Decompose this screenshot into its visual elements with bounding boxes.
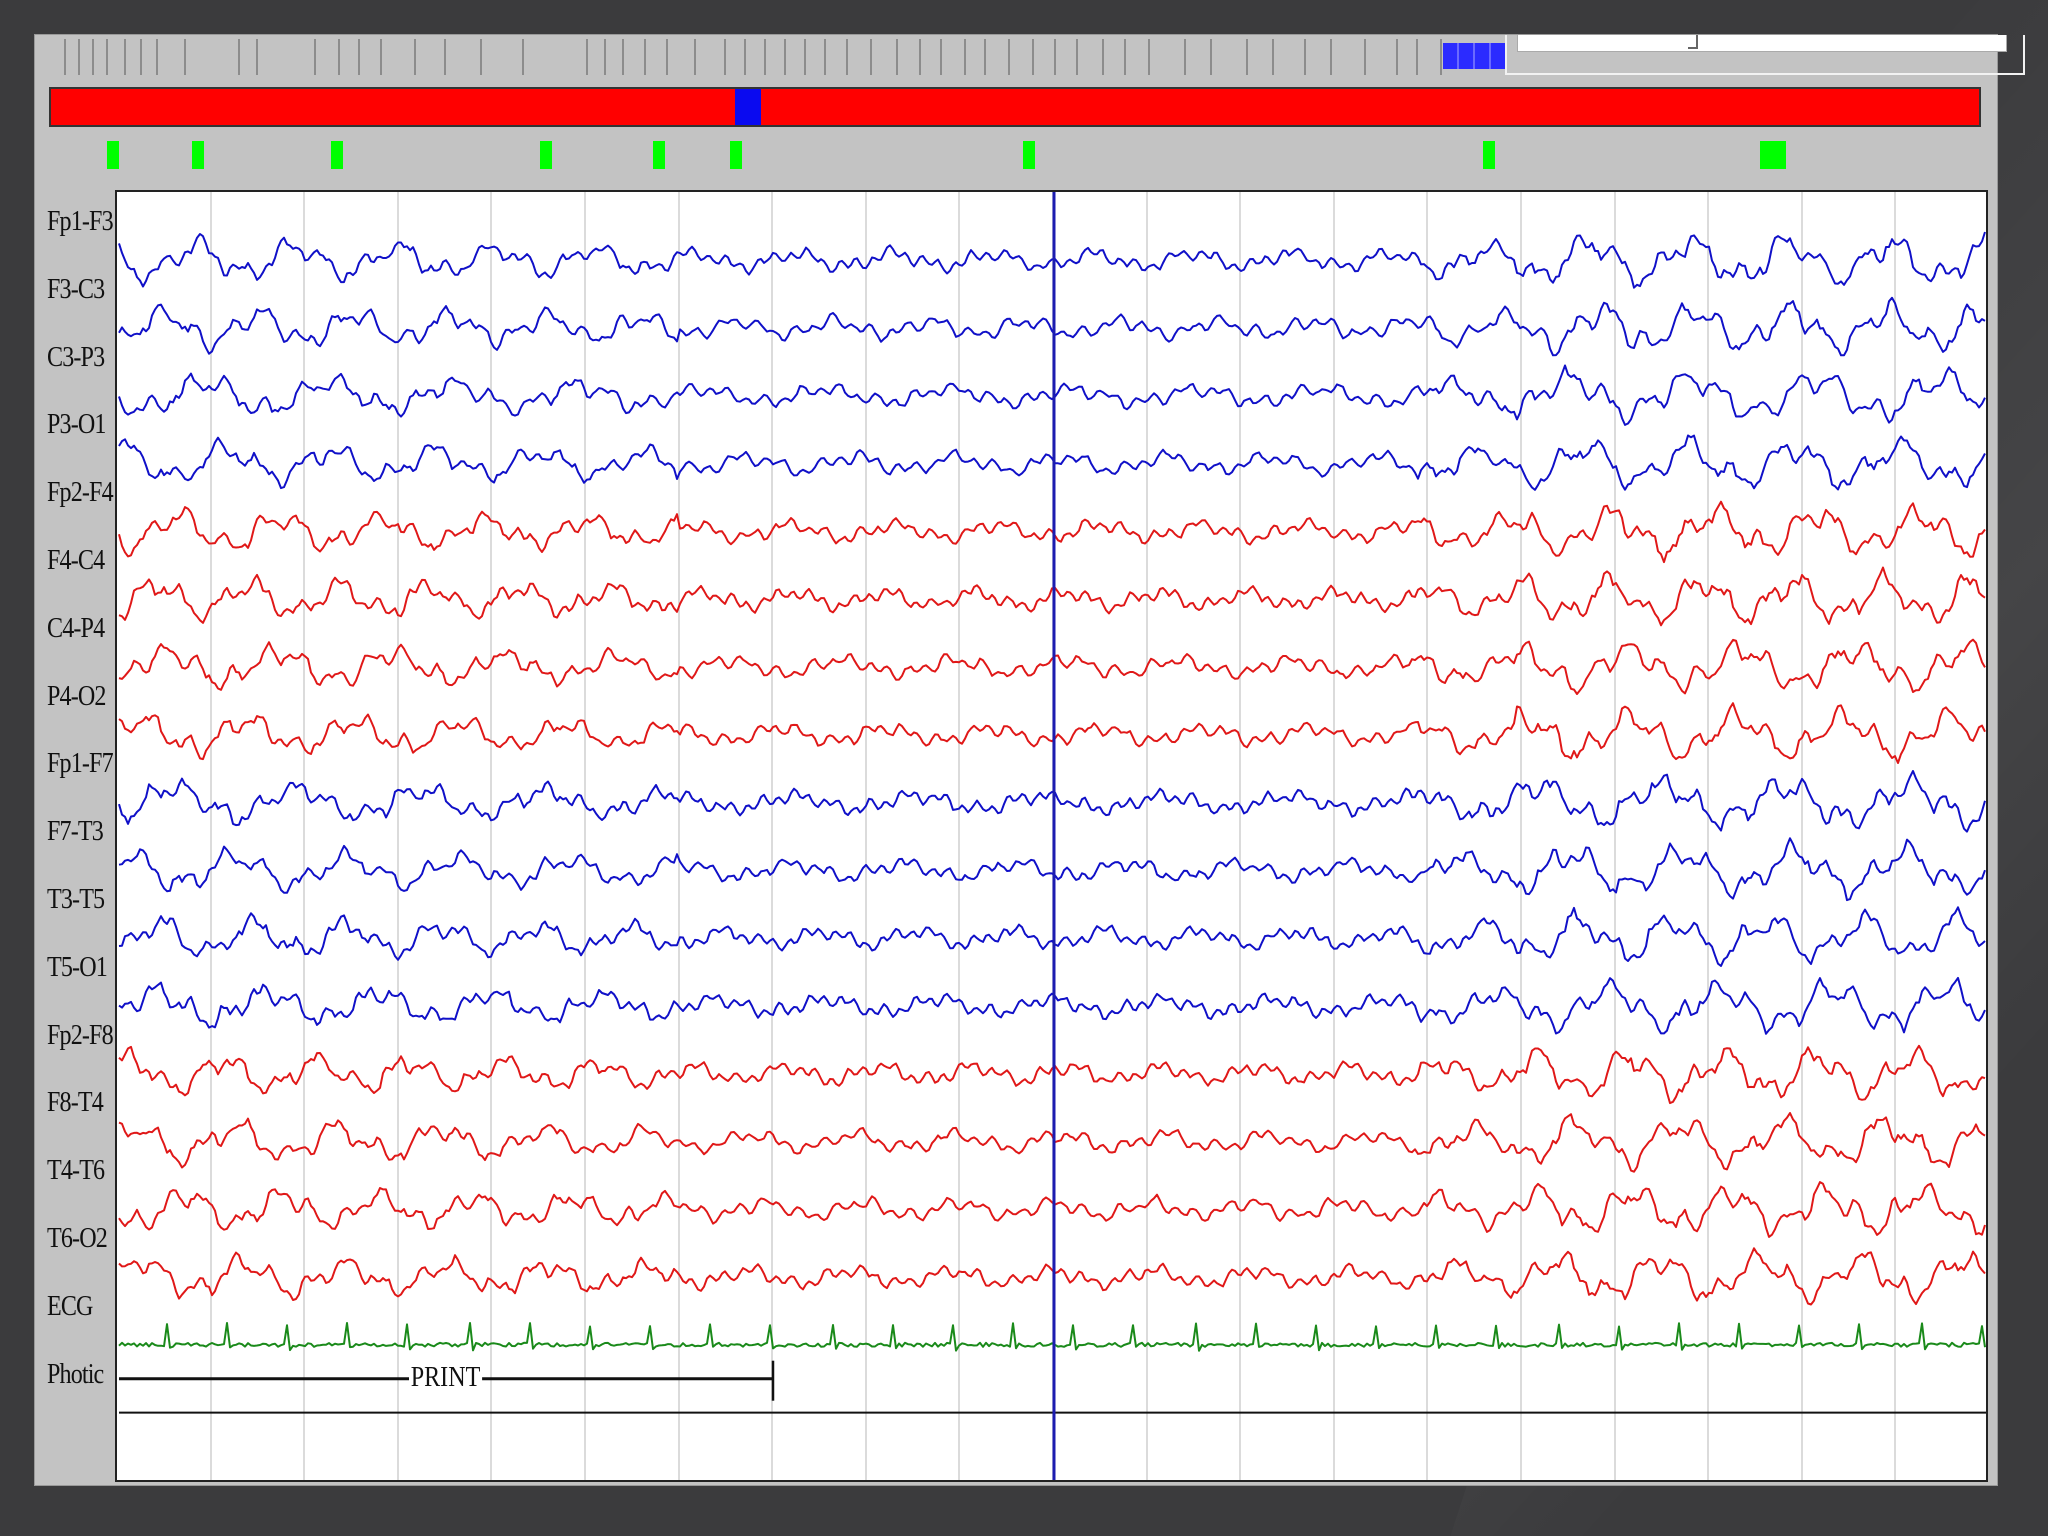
channel-labels: Fp1-F3 F3-C3 C3-P3 P3-O1 Fp2-F4 F4-C4 C4-P4 P4-…: [35, 35, 125, 1485]
navigation-slider-thumb[interactable]: [1688, 35, 1698, 49]
timeline-position-indicator[interactable]: [735, 89, 761, 125]
print-annotation-label: PRINT: [409, 1361, 483, 1393]
eeg-trace-area[interactable]: PRINT: [115, 190, 1988, 1482]
channel-label-fp1-f3: Fp1-F3: [47, 206, 114, 237]
channel-label-c3-p3: C3-P3: [47, 341, 105, 373]
event-marker[interactable]: [730, 141, 742, 169]
event-markers-row: [35, 141, 1997, 171]
event-marker[interactable]: [540, 141, 552, 169]
channel-label-p3-o1: P3-O1: [47, 409, 106, 441]
trace-fp2-f4: [118, 500, 1986, 564]
trace-f4-c4: [118, 566, 1986, 627]
eeg-traces: [118, 192, 1986, 1480]
trace-ecg: [118, 1322, 1986, 1352]
channel-label-ecg: ECG: [47, 1290, 93, 1322]
trace-t6-o2: [118, 1247, 1986, 1306]
trace-fp1-f3: [118, 231, 1986, 289]
event-marker[interactable]: [1760, 141, 1786, 169]
trace-t4-t6: [118, 1181, 1986, 1238]
channel-label-fp2-f8: Fp2-F8: [47, 1019, 114, 1051]
trace-t5-o1: [118, 976, 1986, 1035]
channel-label-p4-o2: P4-O2: [47, 680, 106, 712]
channel-label-c4-p4: C4-P4: [47, 612, 105, 644]
event-marker[interactable]: [192, 141, 204, 169]
channel-label-f8-t4: F8-T4: [47, 1087, 104, 1119]
trace-c4-p4: [118, 638, 1986, 695]
channel-label-fp1-f7: Fp1-F7: [47, 748, 114, 780]
channel-label-t6-o2: T6-O2: [47, 1223, 108, 1254]
channel-label-photic: Photic: [47, 1358, 104, 1390]
event-marker[interactable]: [1483, 141, 1495, 169]
navigation-widget[interactable]: [1505, 35, 2025, 75]
trace-f3-c3: [118, 296, 1986, 357]
channel-label-t5-o1: T5-O1: [47, 951, 108, 983]
channel-label-t4-t6: T4-T6: [47, 1155, 105, 1187]
trace-t3-t5: [118, 906, 1986, 967]
overview-highlight[interactable]: [1443, 43, 1505, 69]
channel-label-f7-t3: F7-T3: [47, 816, 104, 848]
trace-p3-o1: [118, 434, 1986, 491]
channel-label-t3-t5: T3-T5: [47, 884, 105, 915]
eeg-viewer-window: Fp1-F3 F3-C3 C3-P3 P3-O1 Fp2-F4 F4-C4 C4-P4 P4-…: [34, 34, 2025, 1486]
trace-fp2-f8: [118, 1044, 1986, 1105]
recording-timeline-bar[interactable]: [49, 87, 1981, 127]
trace-f7-t3: [118, 837, 1986, 902]
trace-c3-p3: [118, 364, 1986, 426]
event-marker[interactable]: [1023, 141, 1035, 169]
trace-p4-o2: [118, 702, 1986, 764]
channel-label-fp2-f4: Fp2-F4: [47, 477, 114, 509]
trace-f8-t4: [118, 1112, 1986, 1173]
channel-label-f3-c3: F3-C3: [47, 273, 105, 305]
navigation-slider-track[interactable]: [1517, 35, 2007, 52]
trace-fp1-f7: [118, 770, 1986, 833]
channel-label-f4-c4: F4-C4: [47, 545, 105, 576]
event-marker[interactable]: [653, 141, 665, 169]
event-marker[interactable]: [331, 141, 343, 169]
